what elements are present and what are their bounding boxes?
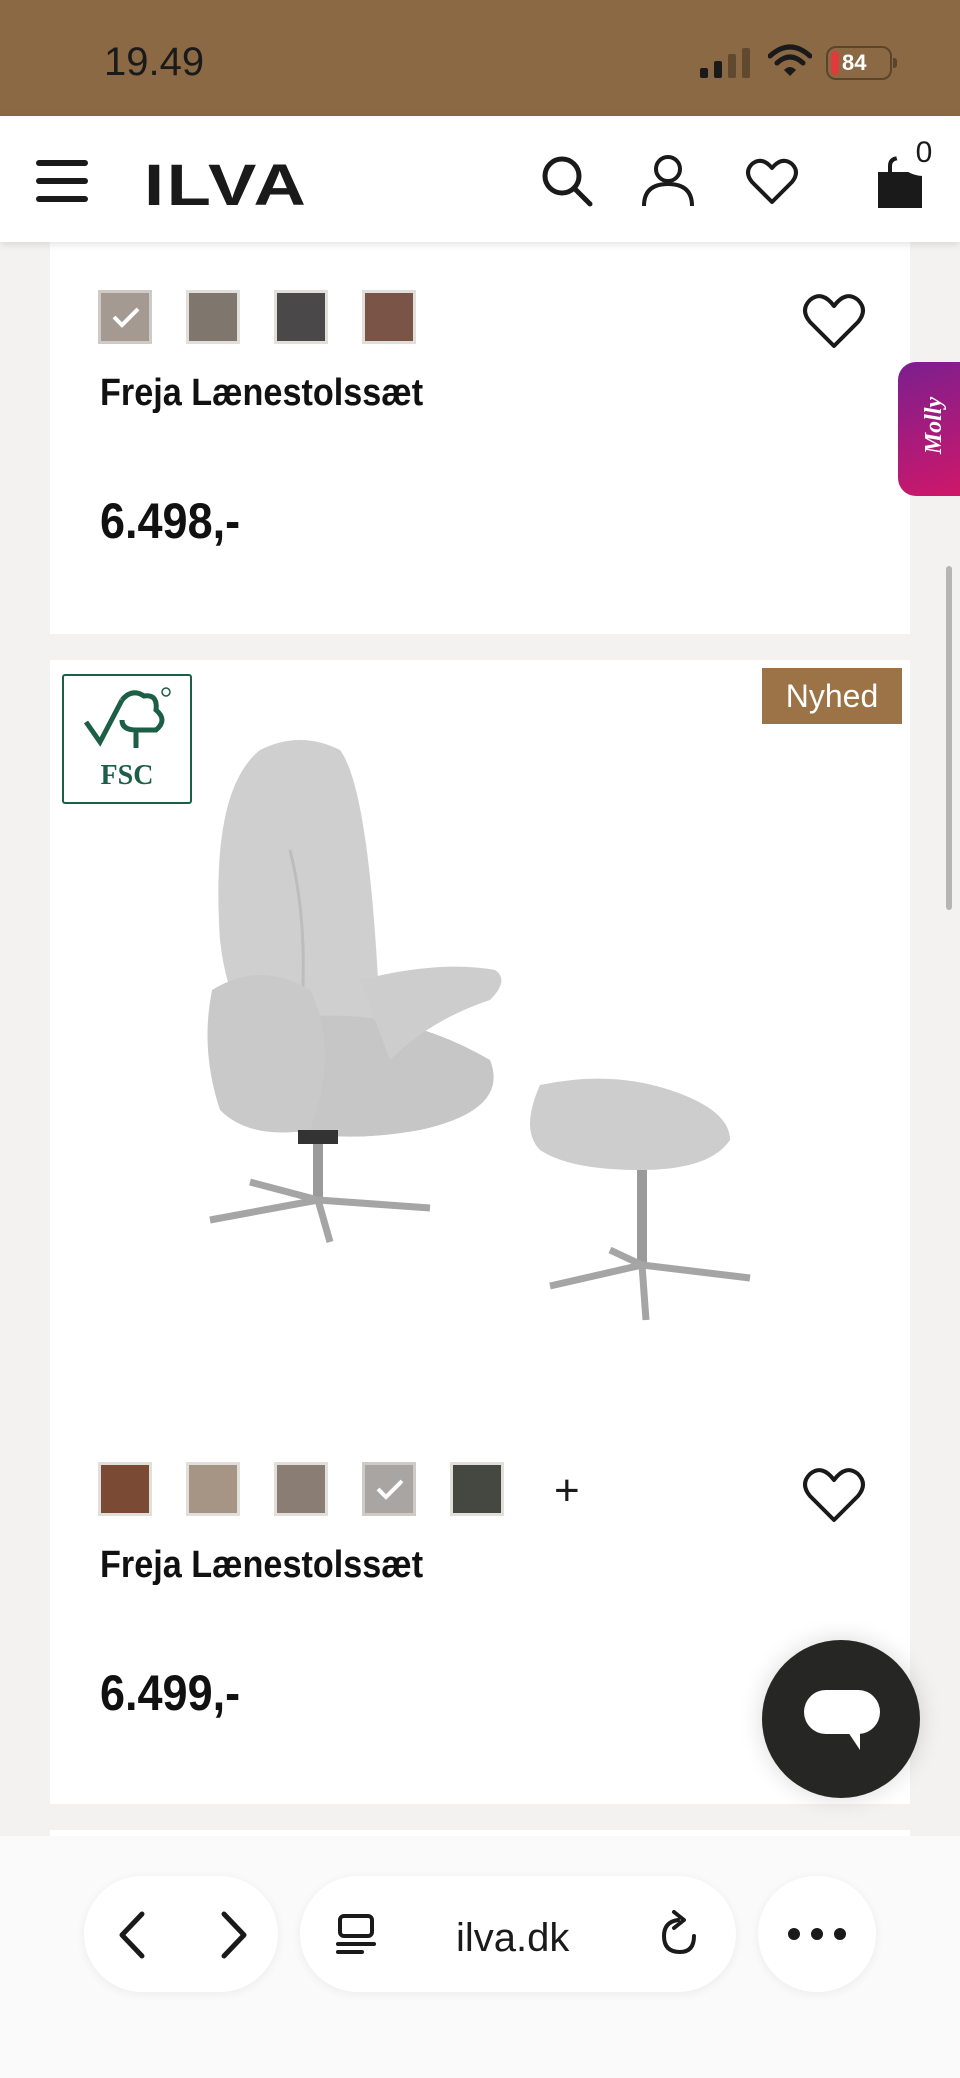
color-swatch[interactable]: [186, 1462, 240, 1516]
color-swatch[interactable]: [98, 290, 152, 344]
check-icon: [376, 1479, 404, 1500]
wishlist-heart-icon[interactable]: [802, 292, 866, 350]
battery-icon: 84: [826, 46, 897, 80]
fsc-tree-icon: [83, 687, 171, 748]
color-swatch[interactable]: [362, 1462, 416, 1516]
product-card[interactable]: Freja Lænestolssæt 6.498,-: [50, 242, 910, 634]
color-swatch[interactable]: [98, 1462, 152, 1516]
new-badge: Nyhed: [762, 668, 902, 724]
cellular-signal-icon: [700, 48, 750, 78]
product-title[interactable]: Freja Lænestolssæt: [100, 1544, 423, 1587]
color-swatch[interactable]: [362, 290, 416, 344]
scrollbar[interactable]: [946, 566, 952, 910]
fsc-label: FSC: [100, 760, 154, 791]
forward-icon[interactable]: [212, 1910, 252, 1960]
wifi-icon: [768, 44, 812, 76]
status-time: 19.49: [104, 40, 205, 84]
account-icon[interactable]: [640, 152, 696, 208]
product-title[interactable]: Freja Lænestolssæt: [100, 372, 423, 415]
product-card[interactable]: FSC Nyhed + Freja Lænestolssæt 6.499,-: [50, 660, 910, 1804]
battery-level: 84: [842, 50, 867, 75]
color-swatch[interactable]: [274, 1462, 328, 1516]
color-swatch[interactable]: [450, 1462, 504, 1516]
search-icon[interactable]: [538, 152, 594, 208]
url-text[interactable]: ilva.dk: [456, 1916, 569, 1961]
status-bar: 19.49 84: [0, 0, 960, 116]
product-price: 6.498,-: [100, 493, 241, 549]
cart-count-badge: 0: [896, 130, 952, 176]
site-header: ILVA: [0, 116, 960, 242]
more-options-button[interactable]: [758, 1876, 876, 1992]
wishlist-heart-icon[interactable]: [802, 1466, 866, 1524]
chat-bubble-icon: [804, 1690, 880, 1750]
product-image[interactable]: [190, 730, 830, 1330]
reload-icon[interactable]: [658, 1910, 702, 1958]
menu-icon[interactable]: [36, 160, 88, 202]
fsc-certification-badge: FSC: [62, 674, 192, 804]
color-swatch[interactable]: [186, 290, 240, 344]
molly-label: Molly: [921, 396, 948, 455]
ellipsis-icon: [788, 1928, 846, 1940]
back-icon[interactable]: [114, 1910, 154, 1960]
wishlist-icon[interactable]: [744, 152, 800, 208]
nav-pill: [84, 1876, 278, 1992]
more-colors-button[interactable]: +: [554, 1466, 580, 1516]
site-logo[interactable]: ILVA: [144, 152, 308, 219]
chat-button[interactable]: [762, 1640, 920, 1798]
product-price: 6.499,-: [100, 1665, 241, 1721]
check-icon: [112, 307, 140, 328]
molly-assistant-tab[interactable]: Molly: [898, 362, 960, 496]
tabs-icon[interactable]: [334, 1912, 378, 1956]
color-swatch[interactable]: [274, 290, 328, 344]
